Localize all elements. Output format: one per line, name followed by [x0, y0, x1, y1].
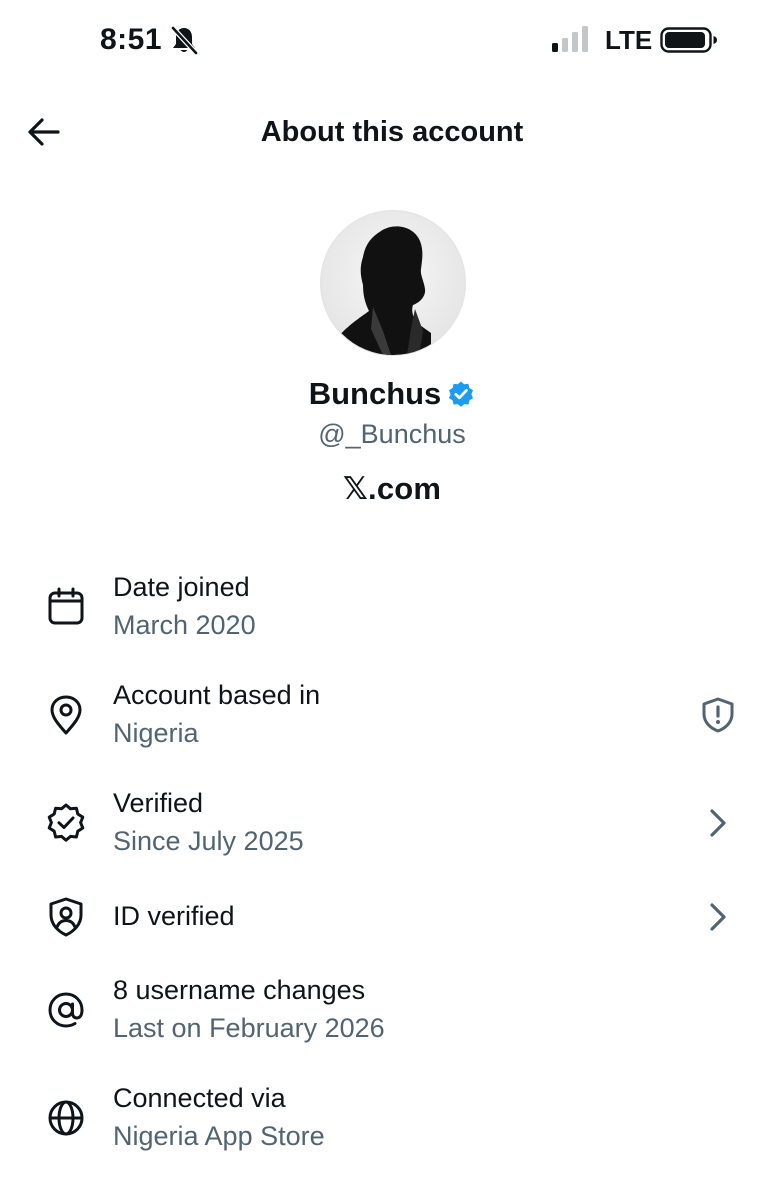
row-subtitle: Since July 2025 [113, 826, 304, 856]
avatar-silhouette-image [329, 226, 431, 355]
at-sign-icon [48, 992, 84, 1028]
row-title: Verified [113, 788, 204, 818]
verified-chevron[interactable] [694, 799, 742, 847]
shield-alert-icon [702, 697, 734, 733]
chevron-right-icon [710, 809, 726, 837]
page-title: About this account [260, 116, 524, 148]
site-suffix: .com [368, 471, 442, 506]
id-shield-icon [49, 897, 83, 937]
battery-icon [660, 27, 717, 53]
id-verified-chevron[interactable] [694, 893, 742, 941]
row-title: ID verified [113, 901, 235, 931]
network-label: LTE [605, 25, 653, 55]
detail-row-account-based-in: Account based in Nigeria [0, 673, 784, 763]
x-logo: 𝕏 [342, 471, 369, 507]
detail-row-id-verified[interactable]: ID verified [0, 893, 784, 943]
row-title: Date joined [113, 572, 250, 602]
chevron-right-icon [710, 903, 726, 931]
location-pin-icon [50, 695, 82, 735]
row-subtitle: Nigeria [113, 718, 199, 748]
row-subtitle: Last on February 2026 [113, 1013, 385, 1043]
site-link[interactable]: 𝕏 .com [0, 468, 784, 510]
verified-badge-icon [449, 381, 474, 407]
handle: @_Bunchus [318, 419, 466, 449]
calendar-icon [48, 587, 84, 625]
display-name: Bunchus [308, 376, 442, 411]
row-title: Connected via [113, 1083, 286, 1113]
detail-row-date-joined: Date joined March 2020 [0, 565, 784, 655]
avatar[interactable] [320, 210, 466, 356]
detail-row-connected-via: Connected via Nigeria App Store [0, 1076, 784, 1166]
detail-row-username-changes: 8 username changes Last on February 2026 [0, 968, 784, 1058]
row-title: Account based in [113, 680, 321, 710]
detail-row-verified[interactable]: Verified Since July 2025 [0, 781, 784, 871]
row-subtitle: Nigeria App Store [113, 1121, 325, 1151]
row-subtitle: March 2020 [113, 610, 256, 640]
status-time: 8:51 [100, 23, 163, 56]
globe-icon [48, 1100, 84, 1136]
status-bar: 8:51 LTE [0, 0, 784, 80]
verified-check-icon [47, 803, 85, 842]
signal-icon [552, 26, 588, 52]
profile-name-row: Bunchus [0, 374, 784, 414]
location-info-button[interactable] [694, 691, 742, 739]
bell-slash-icon [171, 26, 198, 55]
row-title: 8 username changes [113, 975, 366, 1005]
